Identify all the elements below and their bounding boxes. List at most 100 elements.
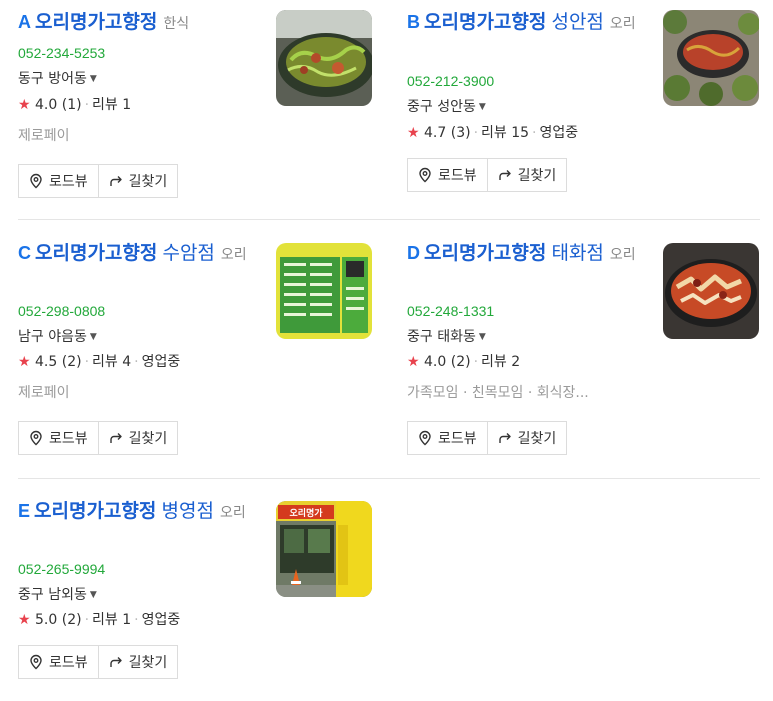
review-count-link[interactable]: 리뷰 15 bbox=[481, 125, 529, 141]
roadview-label: 로드뷰 bbox=[49, 655, 88, 671]
map-pin-icon bbox=[29, 430, 43, 446]
place-branch[interactable]: 병영점 bbox=[161, 500, 213, 522]
action-buttons: 로드뷰 길찾기 bbox=[18, 421, 179, 455]
rating-value: 4.0 (2) bbox=[424, 354, 471, 370]
review-count-link[interactable]: 리뷰 4 bbox=[92, 354, 131, 370]
place-name[interactable]: 오리명가고향정 bbox=[35, 242, 157, 264]
separator-dot: · bbox=[134, 354, 139, 370]
place-thumbnail[interactable] bbox=[663, 10, 759, 106]
caret-down-icon: ▼ bbox=[89, 590, 97, 600]
review-count-link[interactable]: 리뷰 1 bbox=[92, 97, 131, 113]
roadview-button[interactable]: 로드뷰 bbox=[19, 422, 98, 454]
place-name[interactable]: 오리명가고향정 bbox=[34, 500, 156, 522]
share-arrow-icon bbox=[109, 432, 123, 444]
phone-number[interactable]: 052-298-0808 bbox=[18, 303, 105, 319]
address-dropdown[interactable]: 중구 남외동 ▼ bbox=[18, 585, 97, 605]
address-text: 남구 야음동 bbox=[18, 329, 87, 345]
result-title[interactable]: E 오리명가고향정 병영점 오리 bbox=[18, 499, 258, 526]
separator-dot: · bbox=[84, 354, 90, 370]
star-icon: ★ bbox=[18, 354, 31, 370]
directions-button[interactable]: 길찾기 bbox=[97, 646, 178, 678]
directions-button[interactable]: 길찾기 bbox=[486, 159, 567, 191]
phone-number[interactable]: 052-212-3900 bbox=[407, 73, 494, 89]
result-item-e[interactable]: E 오리명가고향정 병영점 오리 052-265-9994 중구 남외동 ▼ ★ 5.… bbox=[18, 499, 373, 699]
roadview-button[interactable]: 로드뷰 bbox=[408, 422, 487, 454]
place-branch[interactable]: 태화점 bbox=[551, 242, 603, 264]
place-thumbnail[interactable] bbox=[276, 10, 372, 106]
directions-button[interactable]: 길찾기 bbox=[97, 422, 178, 454]
result-title[interactable]: C 오리명가고향정 수암점 오리 bbox=[18, 241, 258, 268]
roadview-button[interactable]: 로드뷰 bbox=[408, 159, 487, 191]
directions-label: 길찾기 bbox=[128, 174, 168, 190]
rating-value: 5.0 (2) bbox=[35, 612, 82, 628]
rating-value: 4.0 (1) bbox=[35, 97, 82, 113]
star-icon: ★ bbox=[407, 125, 420, 141]
rating-value: 4.7 (3) bbox=[424, 125, 471, 141]
result-item-b[interactable]: B 오리명가고향정 성안점 오리 052-212-3900 중구 성안동 ▼ ★ 4.… bbox=[407, 10, 762, 210]
result-title[interactable]: D 오리명가고향정 태화점 오리 bbox=[407, 241, 647, 268]
place-name[interactable]: 오리명가고향정 bbox=[424, 242, 546, 264]
share-arrow-icon bbox=[109, 175, 123, 187]
storefront-sign-text: 오리명가 bbox=[289, 507, 323, 519]
directions-button[interactable]: 길찾기 bbox=[486, 422, 567, 454]
place-thumbnail[interactable] bbox=[276, 243, 372, 339]
roadview-label: 로드뷰 bbox=[438, 431, 477, 447]
list-divider bbox=[18, 219, 760, 220]
result-item-d[interactable]: D 오리명가고향정 태화점 오리 052-248-1331 중구 태화동 ▼ ★ 4.… bbox=[407, 241, 762, 455]
directions-button[interactable]: 길찾기 bbox=[97, 165, 178, 197]
roadview-button[interactable]: 로드뷰 bbox=[19, 646, 98, 678]
separator-dot: · bbox=[532, 125, 537, 141]
list-divider bbox=[18, 478, 760, 479]
review-count-link[interactable]: 리뷰 2 bbox=[481, 354, 520, 370]
place-name[interactable]: 오리명가고향정 bbox=[424, 11, 546, 33]
address-dropdown[interactable]: 중구 태화동 ▼ bbox=[407, 327, 486, 347]
place-tags: 제로페이 bbox=[18, 385, 70, 401]
place-name[interactable]: 오리명가고향정 bbox=[35, 11, 157, 33]
star-icon: ★ bbox=[18, 97, 31, 113]
action-buttons: 로드뷰 길찾기 bbox=[407, 421, 568, 455]
share-arrow-icon bbox=[498, 169, 512, 181]
result-item-a[interactable]: A 오리명가고향정 한식 052-234-5253 동구 방어동 ▼ ★ 4.0 (1… bbox=[18, 10, 373, 210]
result-marker-letter: B bbox=[407, 12, 420, 32]
place-category: 오리 bbox=[219, 505, 246, 521]
roadview-label: 로드뷰 bbox=[49, 174, 88, 190]
caret-down-icon: ▼ bbox=[478, 102, 486, 112]
business-status: 영업중 bbox=[141, 354, 181, 370]
address-dropdown[interactable]: 중구 성안동 ▼ bbox=[407, 97, 486, 117]
result-marker-letter: D bbox=[407, 243, 420, 263]
place-category: 오리 bbox=[609, 16, 636, 32]
roadview-button[interactable]: 로드뷰 bbox=[19, 165, 98, 197]
roadview-label: 로드뷰 bbox=[438, 168, 477, 184]
result-item-c[interactable]: C 오리명가고향정 수암점 오리 052-298-0808 남구 야음동 ▼ ★ 4.… bbox=[18, 241, 373, 455]
address-dropdown[interactable]: 남구 야음동 ▼ bbox=[18, 327, 97, 347]
action-buttons: 로드뷰 길찾기 bbox=[407, 158, 568, 192]
phone-number[interactable]: 052-248-1331 bbox=[407, 303, 494, 319]
separator-dot: · bbox=[473, 125, 479, 141]
place-category: 한식 bbox=[163, 16, 190, 32]
directions-label: 길찾기 bbox=[128, 655, 168, 671]
separator-dot: · bbox=[473, 354, 479, 370]
place-thumbnail[interactable] bbox=[663, 243, 759, 339]
place-branch[interactable]: 수암점 bbox=[162, 242, 214, 264]
result-marker-letter: C bbox=[18, 243, 31, 263]
phone-number[interactable]: 052-234-5253 bbox=[18, 45, 105, 61]
rating-value: 4.5 (2) bbox=[35, 354, 82, 370]
separator-dot: · bbox=[134, 612, 139, 628]
star-icon: ★ bbox=[407, 354, 420, 370]
result-title[interactable]: B 오리명가고향정 성안점 오리 bbox=[407, 10, 647, 37]
place-tags: 가족모임 · 친목모임 · 회식장... bbox=[407, 385, 589, 401]
address-text: 중구 성안동 bbox=[407, 99, 476, 115]
directions-label: 길찾기 bbox=[517, 431, 557, 447]
place-branch[interactable]: 성안점 bbox=[551, 11, 603, 33]
caret-down-icon: ▼ bbox=[478, 332, 486, 342]
separator-dot: · bbox=[84, 612, 90, 628]
review-count-link[interactable]: 리뷰 1 bbox=[92, 612, 131, 628]
share-arrow-icon bbox=[498, 432, 512, 444]
address-dropdown[interactable]: 동구 방어동 ▼ bbox=[18, 69, 97, 89]
business-status: 영업중 bbox=[141, 612, 181, 628]
place-thumbnail[interactable]: 오리명가 bbox=[276, 501, 372, 597]
phone-number[interactable]: 052-265-9994 bbox=[18, 561, 105, 577]
result-title[interactable]: A 오리명가고향정 한식 bbox=[18, 10, 258, 37]
caret-down-icon: ▼ bbox=[89, 74, 97, 84]
separator-dot: · bbox=[84, 97, 90, 113]
